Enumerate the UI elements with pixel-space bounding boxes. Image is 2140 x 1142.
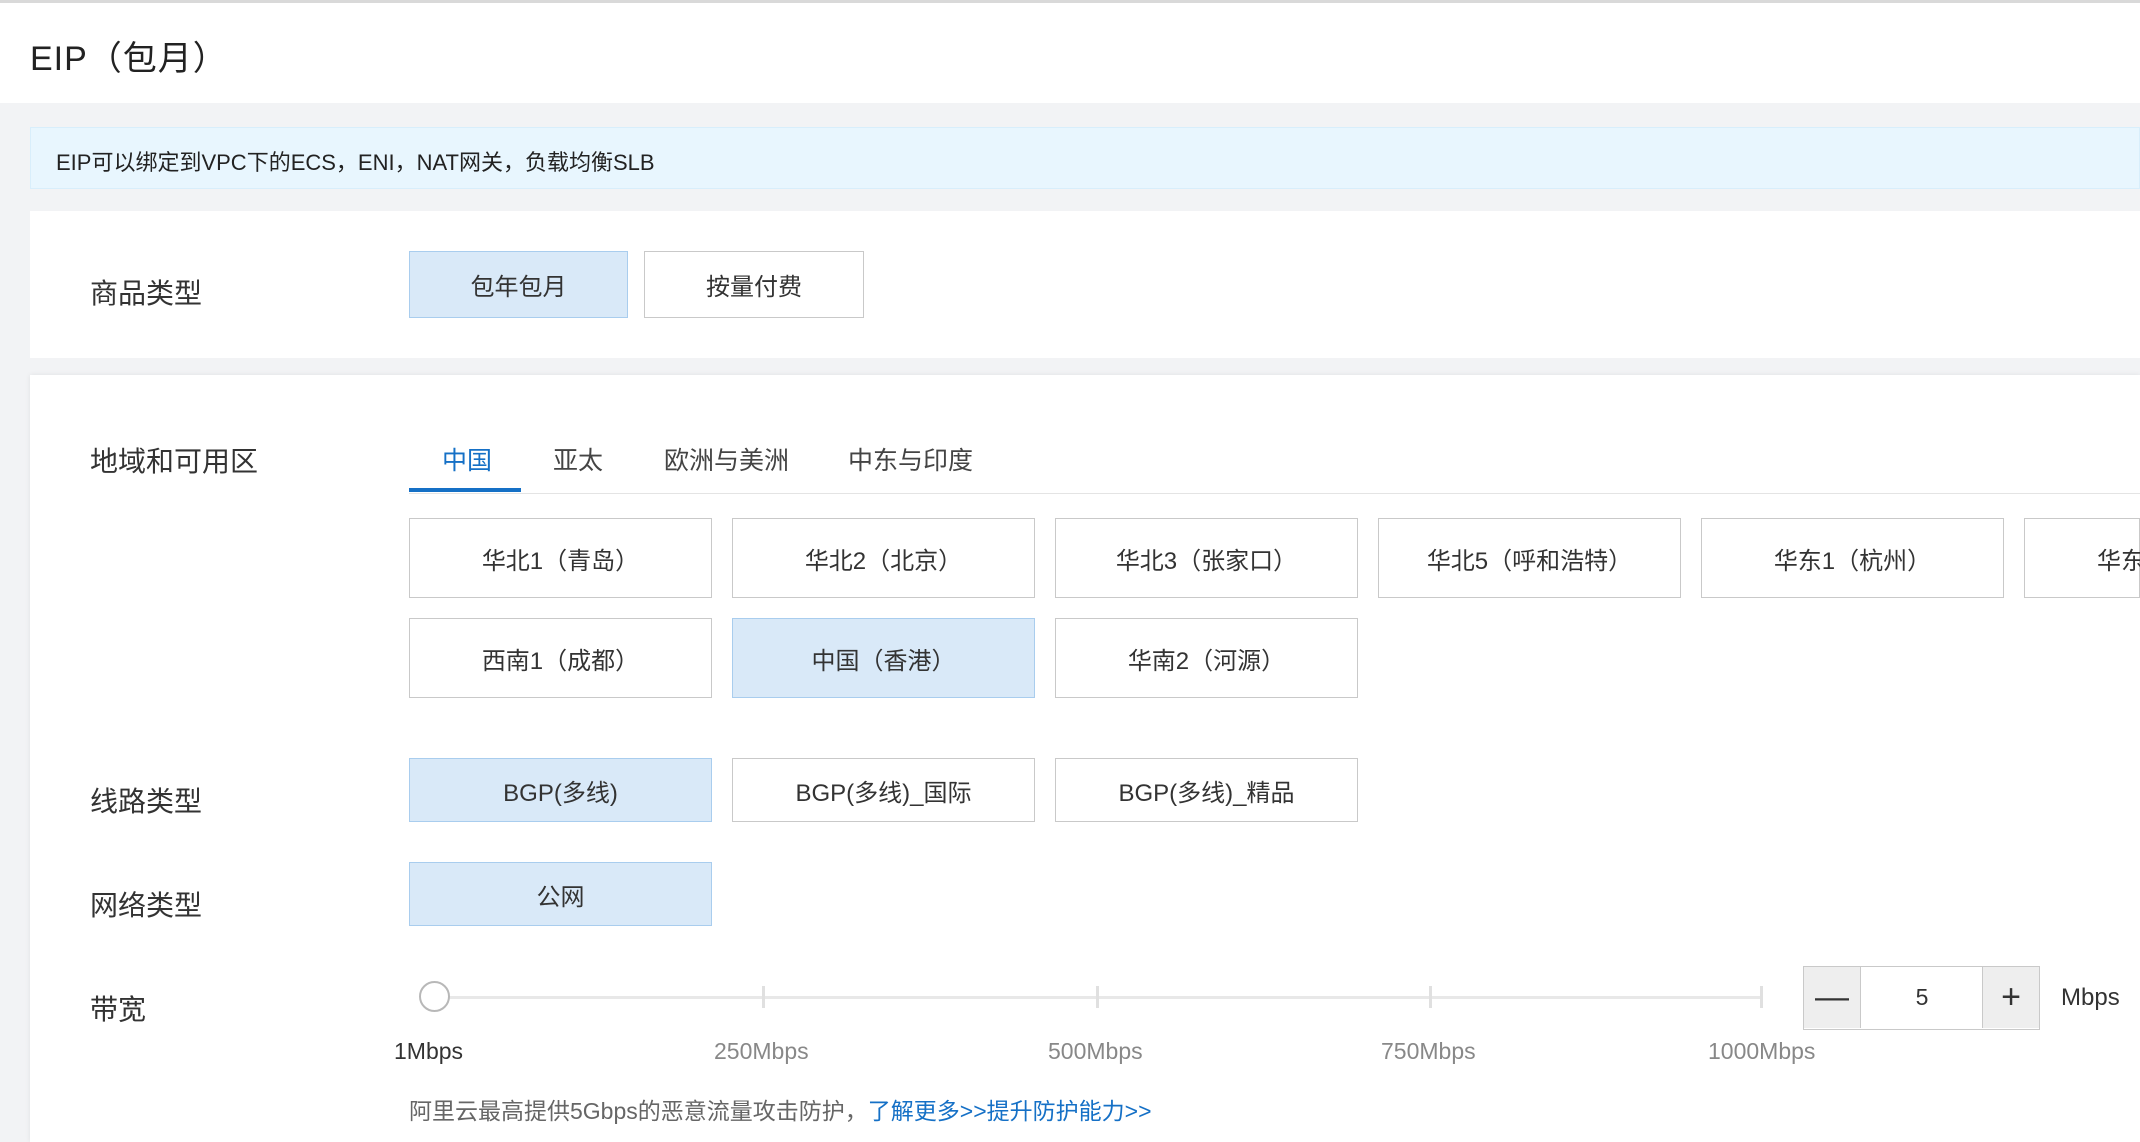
slider-tick — [1096, 986, 1099, 1008]
region-option[interactable]: 华东1（杭州） — [1701, 518, 2004, 598]
slider-tick — [762, 986, 765, 1008]
bandwidth-input[interactable] — [1861, 967, 1983, 1028]
bandwidth-label: 带宽 — [90, 994, 147, 1025]
decrement-button[interactable]: — — [1804, 967, 1861, 1028]
info-notice: EIP可以绑定到VPC下的ECS，ENI，NAT网关，负载均衡SLB — [30, 127, 2140, 189]
page-title: EIP（包月） — [30, 40, 228, 78]
tick-label: 1Mbps — [394, 1038, 464, 1064]
region-option[interactable]: 西南1（成都） — [409, 618, 712, 698]
notice-text: EIP可以绑定到VPC下的ECS，ENI，NAT网关，负载均衡SLB — [56, 150, 655, 175]
tick-label: 750Mbps — [1381, 1038, 1476, 1064]
region-option[interactable]: 华北5（呼和浩特） — [1378, 518, 1681, 598]
line-type-label: 线路类型 — [90, 786, 203, 817]
region-label: 地域和可用区 — [90, 446, 259, 477]
tab-europe-americas[interactable]: 欧洲与美洲 — [664, 441, 789, 477]
network-option-public[interactable]: 公网 — [409, 862, 712, 926]
tick-label: 250Mbps — [714, 1038, 809, 1064]
region-option[interactable]: 华北1（青岛） — [409, 518, 712, 598]
tab-middle-east-india[interactable]: 中东与印度 — [848, 441, 973, 477]
protection-note-text: 阿里云最高提供5Gbps的恶意流量攻击防护， — [409, 1098, 868, 1124]
bandwidth-slider-handle[interactable] — [419, 981, 450, 1012]
active-tab-indicator — [409, 488, 521, 492]
tick-label: 500Mbps — [1048, 1038, 1143, 1064]
bandwidth-unit: Mbps — [2061, 984, 2120, 1011]
product-type-label: 商品类型 — [90, 278, 203, 309]
line-option-bgp-intl[interactable]: BGP(多线)_国际 — [732, 758, 1035, 822]
region-option-selected[interactable]: 中国（香港） — [732, 618, 1035, 698]
page-header: EIP（包月） — [0, 3, 2140, 103]
network-type-label: 网络类型 — [90, 890, 203, 921]
product-option-subscription[interactable]: 包年包月 — [409, 251, 628, 318]
slider-tick — [1429, 986, 1432, 1008]
slider-tick — [1760, 986, 1763, 1008]
line-option-bgp-premium[interactable]: BGP(多线)_精品 — [1055, 758, 1358, 822]
product-option-pay-as-you-go[interactable]: 按量付费 — [644, 251, 864, 318]
increment-button[interactable]: + — [1982, 967, 2039, 1028]
learn-more-link[interactable]: 了解更多>> — [868, 1098, 987, 1124]
product-type-card — [30, 211, 2140, 358]
tab-asia-pacific[interactable]: 亚太 — [553, 441, 603, 477]
tick-label: 1000Mbps — [1708, 1038, 1816, 1064]
region-option[interactable]: 华南2（河源） — [1055, 618, 1358, 698]
tab-china[interactable]: 中国 — [442, 441, 492, 477]
upgrade-protection-link[interactable]: 提升防护能力>> — [987, 1098, 1152, 1124]
bandwidth-stepper: — + — [1803, 966, 2040, 1030]
region-option-partial[interactable]: 华东 — [2024, 518, 2140, 598]
region-option[interactable]: 华北3（张家口） — [1055, 518, 1358, 598]
protection-note: 阿里云最高提供5Gbps的恶意流量攻击防护，了解更多>>提升防护能力>> — [409, 1092, 1152, 1126]
region-option[interactable]: 华北2（北京） — [732, 518, 1035, 598]
tab-divider — [409, 493, 2140, 494]
line-option-bgp[interactable]: BGP(多线) — [409, 758, 712, 822]
